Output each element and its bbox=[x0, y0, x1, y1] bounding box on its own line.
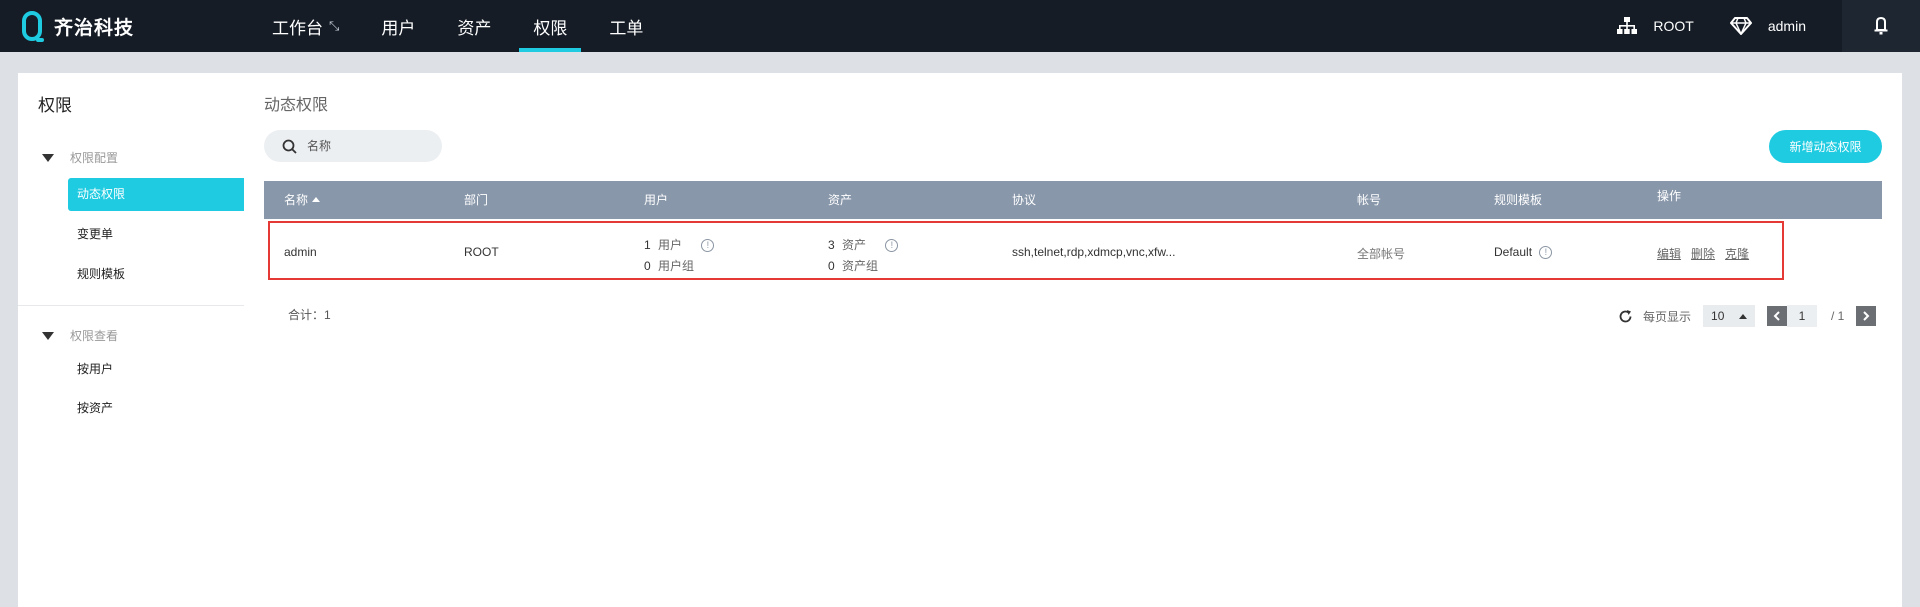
top-right-area: ROOT admin bbox=[1617, 0, 1920, 52]
sidebar-group-label: 权限配置 bbox=[70, 151, 119, 165]
bell-icon bbox=[1874, 17, 1888, 35]
notification-button[interactable] bbox=[1842, 0, 1920, 52]
column-header-assets: 资产 bbox=[828, 193, 853, 207]
search-input[interactable] bbox=[307, 139, 427, 153]
column-header-actions: 操作 bbox=[1657, 189, 1682, 203]
nav-item-users[interactable]: 用户 bbox=[367, 0, 429, 52]
nav-item-label: 权限 bbox=[533, 18, 568, 38]
cell-dept: ROOT bbox=[464, 245, 499, 259]
brand[interactable]: 齐治科技 bbox=[22, 0, 134, 52]
sidebar-item-rule-template[interactable]: 规则模板 bbox=[68, 258, 244, 291]
column-header-protocols: 协议 bbox=[1012, 193, 1037, 207]
cell-accounts: 全部帐号 bbox=[1357, 247, 1406, 261]
user-name: admin bbox=[1767, 18, 1806, 34]
edit-link[interactable]: 编辑 bbox=[1657, 247, 1681, 261]
cell-user-groups-count: 0 用户组 bbox=[644, 259, 695, 273]
caret-down-icon bbox=[42, 153, 54, 162]
current-page-input[interactable]: 1 bbox=[1787, 305, 1818, 327]
chevron-left-icon bbox=[1773, 311, 1780, 321]
diamond-icon bbox=[1729, 17, 1752, 35]
sidebar-group-permission-config[interactable]: 权限配置 bbox=[42, 149, 118, 166]
cell-rule-template: Default ! bbox=[1494, 245, 1553, 260]
nav-item-label: 工单 bbox=[609, 18, 644, 38]
per-page-label: 每页显示 bbox=[1643, 309, 1692, 324]
column-header-users: 用户 bbox=[644, 193, 669, 207]
sidebar-title: 权限 bbox=[38, 96, 72, 115]
sidebar-group-permission-view[interactable]: 权限查看 bbox=[42, 327, 118, 344]
top-navbar: 齐治科技 工作台 ⤡ 用户 资产 权限 工单 ROOT admin bbox=[0, 0, 1920, 52]
sidebar-item-change-order[interactable]: 变更单 bbox=[68, 218, 244, 251]
sort-ascending-icon bbox=[312, 197, 321, 202]
org-name: ROOT bbox=[1653, 18, 1694, 34]
total-pages: / 1 bbox=[1831, 309, 1845, 323]
info-icon[interactable]: ! bbox=[885, 239, 899, 253]
cell-actions: 编辑 删除 克隆 bbox=[1657, 245, 1759, 262]
sidebar-item-dynamic-permission[interactable]: 动态权限 bbox=[68, 178, 244, 211]
nav-item-permissions[interactable]: 权限 bbox=[519, 0, 582, 52]
nav-item-assets[interactable]: 资产 bbox=[443, 0, 505, 52]
nav-item-workbench[interactable]: 工作台 ⤡ bbox=[258, 0, 353, 52]
user-menu[interactable]: admin bbox=[1729, 17, 1806, 35]
pagination: 每页显示 10 1 / 1 bbox=[1618, 305, 1877, 327]
delete-link[interactable]: 删除 bbox=[1691, 247, 1715, 261]
main-nav: 工作台 ⤡ 用户 资产 权限 工单 bbox=[258, 0, 671, 52]
org-switcher[interactable]: ROOT bbox=[1617, 17, 1694, 35]
cell-asset-groups-count: 0 资产组 bbox=[828, 259, 879, 273]
sidebar-group-label: 权限查看 bbox=[70, 329, 119, 343]
search-box[interactable] bbox=[264, 130, 442, 162]
main-panel: 动态权限 新增动态权限 名称 部门 用户 资产 协议 帐号 规则模板 操作 ad… bbox=[244, 73, 1902, 607]
clone-link[interactable]: 克隆 bbox=[1725, 247, 1749, 261]
table-header: 名称 部门 用户 资产 协议 帐号 规则模板 操作 bbox=[264, 181, 1882, 219]
column-header-name[interactable]: 名称 bbox=[284, 181, 321, 219]
expand-arrows-icon: ⤡ bbox=[329, 18, 340, 33]
sidebar: 权限 权限配置 动态权限 变更单 规则模板 权限查看 按用户 按资产 bbox=[18, 73, 244, 607]
info-icon[interactable]: ! bbox=[1539, 246, 1553, 260]
nav-item-label: 工作台 bbox=[272, 18, 323, 38]
nav-item-label: 资产 bbox=[457, 18, 492, 38]
next-page-button[interactable] bbox=[1856, 306, 1877, 326]
caret-up-icon bbox=[1739, 313, 1748, 319]
sidebar-item-by-user[interactable]: 按用户 bbox=[68, 353, 244, 386]
add-dynamic-permission-button[interactable]: 新增动态权限 bbox=[1769, 130, 1882, 163]
cell-users-count: 1 用户 ! bbox=[644, 236, 715, 253]
nav-item-tickets[interactable]: 工单 bbox=[595, 0, 657, 52]
caret-down-icon bbox=[42, 331, 54, 340]
column-header-rule-template: 规则模板 bbox=[1494, 193, 1543, 207]
cell-name[interactable]: admin bbox=[284, 245, 317, 259]
refresh-icon[interactable] bbox=[1618, 309, 1633, 324]
chevron-right-icon bbox=[1863, 311, 1870, 321]
page-size-select[interactable]: 10 bbox=[1703, 305, 1756, 327]
info-icon[interactable]: ! bbox=[701, 239, 715, 253]
brand-logo-icon bbox=[22, 11, 44, 42]
cell-protocols: ssh,telnet,rdp,xdmcp,vnc,xfw... bbox=[1012, 245, 1176, 259]
search-icon bbox=[282, 139, 297, 154]
column-header-dept: 部门 bbox=[464, 193, 489, 207]
cell-assets-count: 3 资产 ! bbox=[828, 236, 899, 253]
brand-name: 齐治科技 bbox=[54, 17, 135, 39]
page-title: 动态权限 bbox=[264, 97, 329, 114]
prev-page-button[interactable] bbox=[1767, 306, 1788, 326]
column-header-accounts: 帐号 bbox=[1357, 193, 1382, 207]
sidebar-divider bbox=[18, 305, 244, 306]
sidebar-item-by-asset[interactable]: 按资产 bbox=[68, 392, 244, 425]
total-count: 合计：1 bbox=[288, 308, 331, 322]
org-tree-icon bbox=[1617, 17, 1638, 34]
nav-item-label: 用户 bbox=[381, 18, 416, 38]
table-row: admin ROOT 1 用户 ! 0 用户组 3 资产 ! 0 资产组 ssh… bbox=[268, 221, 1784, 280]
